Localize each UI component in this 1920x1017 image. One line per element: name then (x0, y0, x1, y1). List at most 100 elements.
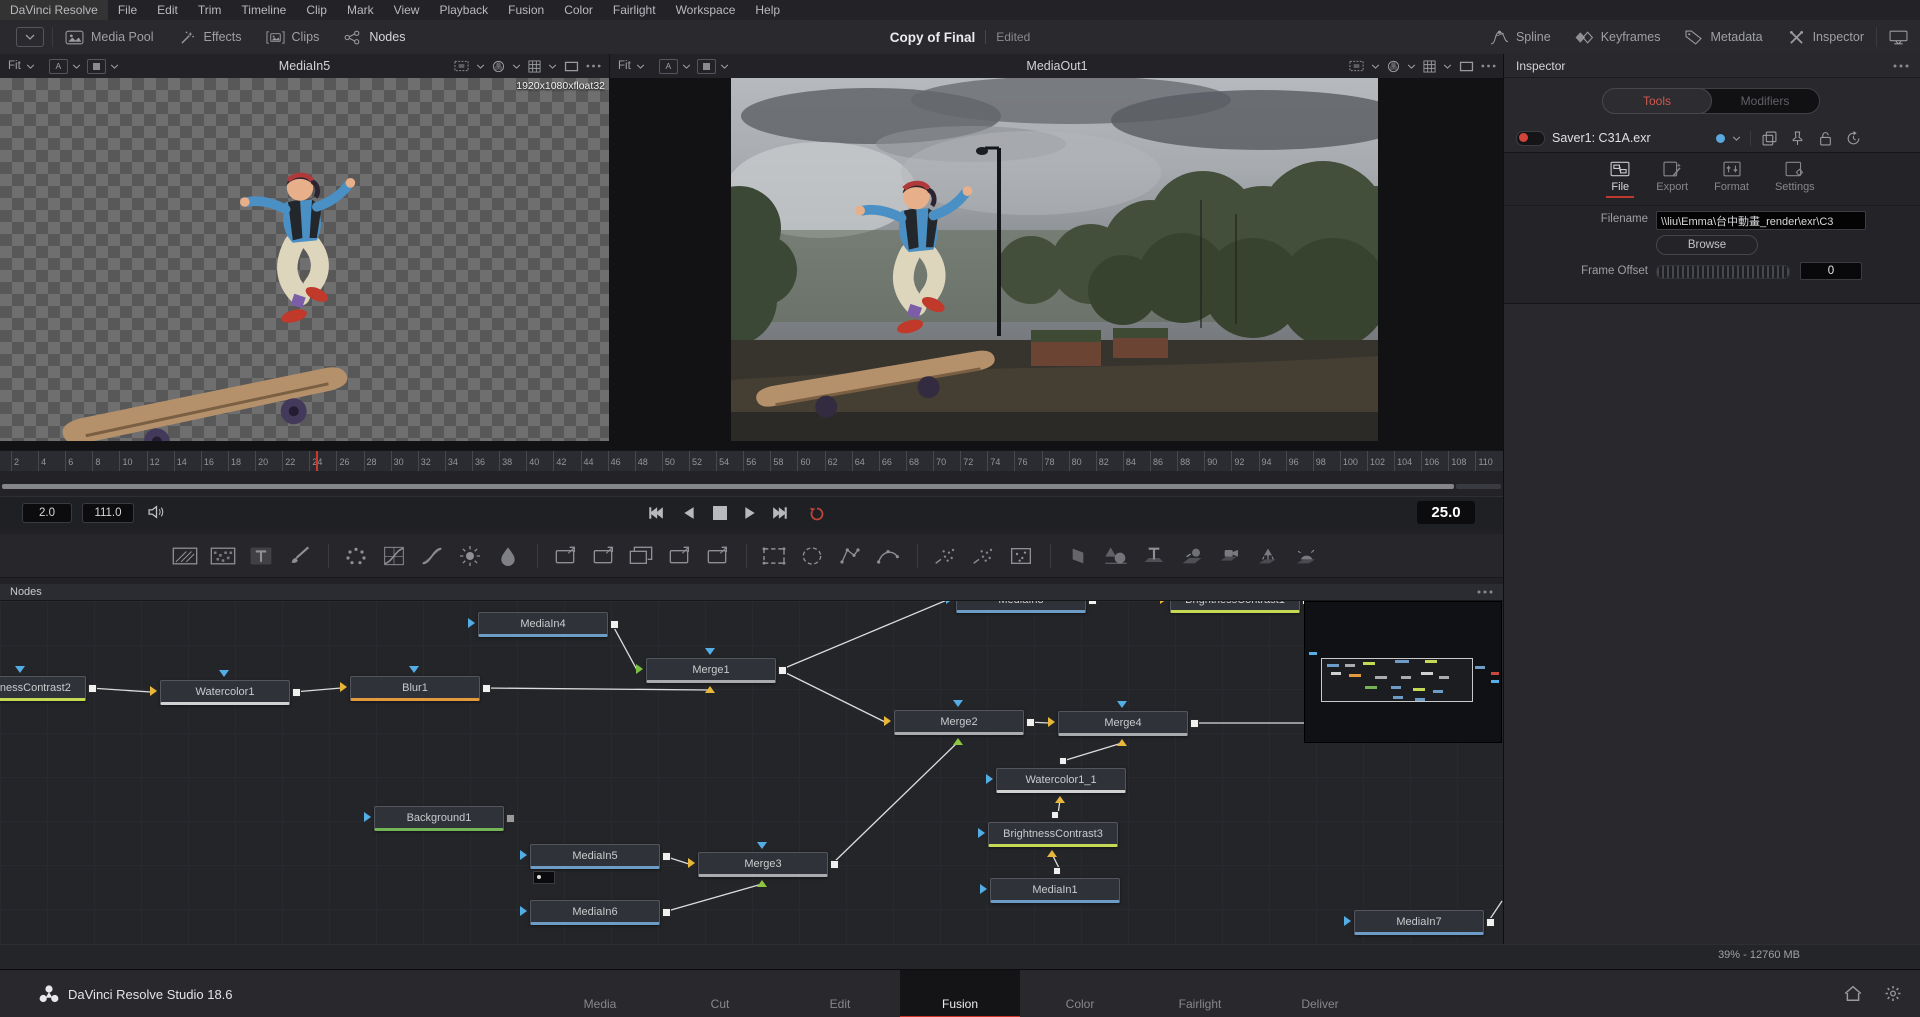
node-color-dot[interactable] (1716, 134, 1725, 143)
toolbar-button[interactable]: Spline (1478, 20, 1563, 54)
node-Background1[interactable]: Background1 (374, 806, 504, 831)
go-to-last-frame-button[interactable] (772, 506, 788, 520)
chevron-down-icon[interactable] (1407, 64, 1416, 69)
right-viewer-canvas[interactable] (731, 78, 1378, 441)
menu-item[interactable]: Timeline (231, 0, 296, 20)
merge-3d-tool-icon[interactable] (1179, 546, 1205, 566)
image-plane-3d-tool-icon[interactable] (1065, 546, 1091, 566)
color-gamut-icon[interactable] (492, 60, 505, 73)
right-viewer-zoom-dropdown[interactable]: Fit (610, 60, 653, 72)
pin-icon[interactable] (1790, 131, 1805, 146)
browse-button[interactable]: Browse (1656, 235, 1758, 255)
polygon-mask-tool-icon[interactable] (837, 546, 863, 566)
text-3d-tool-icon[interactable] (1141, 546, 1167, 566)
node-BrightnessContrast2[interactable]: BrightnessContrast2 (0, 676, 86, 701)
chevron-down-icon[interactable] (476, 64, 485, 69)
node-Merge4[interactable]: Merge4 (1058, 711, 1188, 736)
menu-item[interactable]: Fusion (498, 0, 554, 20)
chevron-down-icon[interactable] (72, 64, 81, 69)
menu-item[interactable]: Fairlight (603, 0, 666, 20)
lock-icon[interactable] (1818, 131, 1833, 146)
toolbar-button[interactable]: Effects (166, 20, 254, 54)
timeline-ruler[interactable]: 2468101214161820222426283032343638404244… (0, 450, 1503, 473)
reset-icon[interactable] (1846, 131, 1861, 146)
node-MediaIn7[interactable]: MediaIn7 (1354, 910, 1484, 935)
node-MediaIn6[interactable]: MediaIn6 (530, 900, 660, 925)
viewer-options-icon[interactable] (586, 64, 601, 68)
toolbar-button[interactable]: Clips (254, 20, 332, 54)
p-render-tool-icon[interactable] (1008, 546, 1034, 566)
copy-settings-icon[interactable] (1762, 131, 1777, 146)
menu-item[interactable]: Trim (188, 0, 232, 20)
renderer-3d-tool-icon[interactable] (1293, 546, 1319, 566)
menu-item[interactable]: DaVinci Resolve (0, 0, 108, 20)
transform-tool-icon[interactable] (552, 546, 578, 566)
roi-icon[interactable] (454, 60, 469, 72)
page-tab[interactable]: Color (1020, 970, 1140, 1017)
filename-input[interactable]: \\liu\Emma\台中動畫_render\exr\C3 (1656, 211, 1866, 230)
node-MediaIn5[interactable]: MediaIn5 (530, 844, 660, 869)
node-graph-minimap[interactable] (1304, 601, 1502, 743)
collapse-toolbar-button[interactable] (16, 27, 44, 47)
frame-offset-slider[interactable] (1656, 265, 1790, 279)
node-BrightnessContrast1[interactable]: BrightnessContrast1 (1170, 601, 1300, 613)
tab-tools[interactable]: Tools (1602, 88, 1712, 114)
background-tool-icon[interactable] (172, 546, 198, 566)
page-tab[interactable]: Cut (660, 970, 780, 1017)
letterbox-tool-icon[interactable] (628, 546, 654, 566)
left-viewer-zoom-dropdown[interactable]: Fit (0, 60, 43, 72)
playhead[interactable] (316, 451, 318, 472)
crop-tool-icon[interactable] (666, 546, 692, 566)
loop-playback-icon[interactable] (808, 506, 826, 522)
toolbar-button[interactable]: Media Pool (53, 20, 166, 54)
menu-item[interactable]: View (384, 0, 430, 20)
chevron-down-icon[interactable] (720, 64, 729, 69)
left-viewer-buffer-button[interactable] (87, 59, 106, 74)
range-in-field[interactable]: 2.0 (22, 503, 72, 523)
page-tab[interactable]: Media (540, 970, 660, 1017)
page-tab[interactable]: Deliver (1260, 970, 1380, 1017)
stop-button[interactable] (712, 506, 728, 520)
dve-tool-icon[interactable] (590, 546, 616, 566)
ellipse-mask-tool-icon[interactable] (799, 546, 825, 566)
paint-tool-icon[interactable] (286, 546, 312, 566)
subtab-file[interactable]: File (1610, 161, 1630, 198)
text-plus-tool-icon[interactable] (248, 546, 274, 566)
subtab-format[interactable]: Format (1714, 161, 1749, 198)
spot-light-tool-icon[interactable] (1255, 546, 1281, 566)
guides-icon[interactable] (1459, 61, 1474, 72)
menu-item[interactable]: Color (554, 0, 603, 20)
fast-noise-tool-icon[interactable] (210, 546, 236, 566)
color-gamut-icon[interactable] (1387, 60, 1400, 73)
menu-item[interactable]: Workspace (666, 0, 746, 20)
node-Merge3[interactable]: Merge3 (698, 852, 828, 877)
shape-3d-tool-icon[interactable] (1103, 546, 1129, 566)
node-BrightnessContrast3[interactable]: BrightnessContrast3 (988, 822, 1118, 847)
node-MediaIn4[interactable]: MediaIn4 (478, 612, 608, 637)
menu-item[interactable]: Playback (429, 0, 498, 20)
chevron-down-icon[interactable] (548, 64, 557, 69)
node-enable-toggle[interactable] (1516, 131, 1545, 146)
tab-modifiers[interactable]: Modifiers (1711, 89, 1819, 113)
render-range-bar[interactable] (2, 484, 1454, 489)
node-Watercolor1_1[interactable]: Watercolor1_1 (996, 768, 1126, 793)
chevron-down-icon[interactable] (682, 64, 691, 69)
nodes-panel-options-icon[interactable] (1477, 590, 1493, 594)
menu-item[interactable]: Mark (337, 0, 384, 20)
camera-3d-tool-icon[interactable] (1217, 546, 1243, 566)
range-out-field[interactable]: 111.0 (82, 503, 134, 523)
toolbar-button[interactable]: Inspector (1775, 20, 1876, 54)
node-Merge1[interactable]: Merge1 (646, 658, 776, 683)
node-MediaIn1[interactable]: MediaIn1 (990, 878, 1120, 903)
menu-item[interactable]: Help (745, 0, 790, 20)
page-tab[interactable]: Fairlight (1140, 970, 1260, 1017)
color-curves-tool-icon[interactable] (381, 546, 407, 566)
chevron-down-icon[interactable] (1443, 64, 1452, 69)
frame-offset-value[interactable]: 0 (1800, 262, 1862, 280)
go-to-first-frame-button[interactable] (648, 506, 664, 520)
p-spawn-tool-icon[interactable] (970, 546, 996, 566)
page-tab[interactable]: Edit (780, 970, 900, 1017)
node-MediaIn3[interactable]: MediaIn3 (956, 601, 1086, 613)
bspline-mask-tool-icon[interactable] (875, 546, 901, 566)
toolbar-button[interactable]: Nodes (331, 20, 417, 54)
